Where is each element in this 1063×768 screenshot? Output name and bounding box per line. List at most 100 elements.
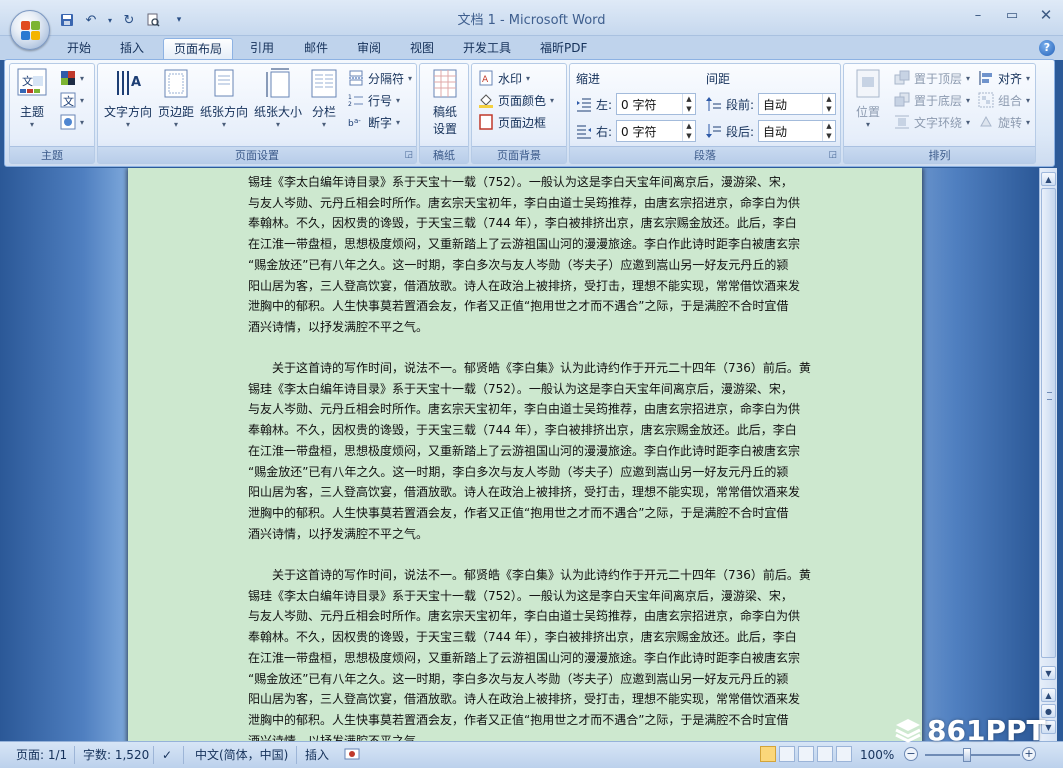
theme-effects-button[interactable]: ▾ xyxy=(60,112,84,132)
office-logo-icon xyxy=(21,21,41,41)
columns-button[interactable]: 分栏 ▾ xyxy=(306,68,342,129)
group-page-background: A 水印 ▾ 页面颜色 ▾ 页面边框 页面背景 xyxy=(471,63,567,164)
draft-view-icon[interactable] xyxy=(836,746,852,762)
svg-text:1: 1 xyxy=(348,94,352,101)
rotate-button[interactable]: 旋转 ▾ xyxy=(978,112,1030,132)
position-button[interactable]: 位置 ▾ xyxy=(848,68,888,129)
spin-down-icon[interactable]: ▼ xyxy=(683,104,695,114)
paragraph-launcher-icon[interactable]: ◲ xyxy=(828,150,837,160)
text-wrapping-button[interactable]: 文字环绕 ▾ xyxy=(894,112,970,132)
text-line: 关于这首诗的写作时间，说法不一。郁贤皓《李白集》认为此诗约作于开元二十四年（73… xyxy=(272,568,811,582)
help-icon[interactable]: ? xyxy=(1039,40,1055,56)
window-title: 文档 1 - Microsoft Word xyxy=(457,13,606,28)
orientation-button[interactable]: 纸张方向 ▾ xyxy=(198,68,250,129)
page-borders-icon xyxy=(478,114,494,130)
themes-button[interactable]: 文 主题 ▾ xyxy=(14,68,50,129)
tab-insert[interactable]: 插入 xyxy=(110,38,154,60)
tab-developer[interactable]: 开发工具 xyxy=(453,38,521,60)
paper-size-button[interactable]: 纸张大小 ▾ xyxy=(252,68,304,129)
vertical-scrollbar[interactable]: ▲ ▼ ▲ ● ▼ xyxy=(1039,168,1057,741)
text-line: 锡珪《李太白编年诗目录》系于天宝十一载（752）。一般认为这是李白天宝年间离京后… xyxy=(248,381,793,396)
tab-view[interactable]: 视图 xyxy=(400,38,444,60)
space-before-label: 段前: xyxy=(706,94,754,114)
group-manuscript: 稿纸 设置 稿纸 xyxy=(419,63,469,164)
print-layout-view-icon[interactable] xyxy=(760,746,776,762)
insert-mode[interactable]: 插入 xyxy=(305,747,329,763)
text-line: 与友人岑勋、元丹丘相会时所作。唐玄宗天宝初年，李白由道士吴筠推荐，由唐玄宗招进京… xyxy=(248,195,801,210)
text-line: 关于这首诗的写作时间，说法不一。郁贤皓《李白集》认为此诗约作于开元二十四年（73… xyxy=(272,361,811,375)
language-indicator[interactable]: 中文(简体，中国) xyxy=(195,747,288,763)
zoom-level[interactable]: 100% xyxy=(860,747,894,763)
maximize-icon[interactable]: ▭ xyxy=(995,4,1029,26)
group-arrange: 位置 ▾ 置于顶层 ▾ 置于底层 ▾ 文字环绕 ▾ 对齐 ▾ 组合 ▾ 旋转 ▾ 排列 xyxy=(843,63,1036,164)
tab-review[interactable]: 审阅 xyxy=(347,38,391,60)
word-count[interactable]: 字数: 1,520 xyxy=(83,747,149,763)
indent-left-input[interactable]: 0 字符 ▲ ▼ xyxy=(616,93,696,115)
page-borders-button[interactable]: 页面边框 xyxy=(478,112,546,132)
page-color-button[interactable]: 页面颜色 ▾ xyxy=(478,90,554,110)
manuscript-settings-button[interactable]: 稿纸 设置 xyxy=(424,68,466,137)
hyphenation-button[interactable]: b a- 断字 ▾ xyxy=(348,112,400,132)
theme-fonts-button[interactable]: 文 ▾ xyxy=(60,90,84,110)
align-icon xyxy=(978,70,994,86)
theme-colors-button[interactable]: ▾ xyxy=(60,68,84,88)
tab-page-layout[interactable]: 页面布局 xyxy=(163,38,234,60)
orientation-icon xyxy=(209,68,239,100)
scrollbar-thumb[interactable] xyxy=(1041,188,1056,658)
spin-up-icon[interactable]: ▲ xyxy=(683,94,695,104)
page-count[interactable]: 页面: 1/1 xyxy=(16,747,67,763)
outline-view-icon[interactable] xyxy=(817,746,833,762)
office-button[interactable] xyxy=(10,10,50,50)
breaks-button[interactable]: 分隔符 ▾ xyxy=(348,68,412,88)
align-button[interactable]: 对齐 ▾ xyxy=(978,68,1030,88)
page-setup-launcher-icon[interactable]: ◲ xyxy=(404,150,413,160)
group-label-arrange: 排列 xyxy=(844,146,1035,163)
tab-foxit-pdf[interactable]: 福昕PDF xyxy=(530,38,597,60)
watermark-button[interactable]: A 水印 ▾ xyxy=(478,68,530,88)
minimize-icon[interactable]: – xyxy=(961,4,995,26)
text-line: 酒兴诗情，以抒发满腔不平之气。 xyxy=(248,733,429,741)
zoom-in-icon[interactable]: + xyxy=(1022,747,1036,761)
scroll-up-icon[interactable]: ▲ xyxy=(1041,172,1056,186)
proofing-icon[interactable]: ✓ xyxy=(162,747,172,763)
space-before-input[interactable]: 自动 ▲ ▼ xyxy=(758,93,836,115)
text-line: 在江淮一带盘桓，思想极度烦闷，又重新踏上了云游祖国山河的漫漫旅途。李白作此诗时距… xyxy=(248,237,801,252)
margins-button[interactable]: 页边距 ▾ xyxy=(156,68,196,129)
svg-text:a-: a- xyxy=(354,117,361,125)
tab-home[interactable]: 开始 xyxy=(57,38,101,60)
text-line: 酒兴诗情，以抒发满腔不平之气。 xyxy=(248,319,429,334)
close-icon[interactable]: ✕ xyxy=(1029,4,1063,26)
indent-right-input[interactable]: 0 字符 ▲ ▼ xyxy=(616,120,696,142)
previous-page-icon[interactable]: ▲ xyxy=(1041,688,1056,702)
spin-down-icon[interactable]: ▼ xyxy=(683,131,695,141)
document-page[interactable]: 锡珪《李太白编年诗目录》系于天宝十一载（752）。一般认为这是李白天宝年间离京后… xyxy=(128,168,922,741)
page-color-icon xyxy=(478,92,494,108)
space-after-input[interactable]: 自动 ▲ ▼ xyxy=(758,120,836,142)
scroll-down-icon[interactable]: ▼ xyxy=(1041,666,1056,680)
svg-text:文: 文 xyxy=(63,94,74,108)
text-line: 在江淮一带盘桓，思想极度烦闷，又重新踏上了云游祖国山河的漫漫旅途。李白作此诗时距… xyxy=(248,650,801,665)
document-area: 锡珪《李太白编年诗目录》系于天宝十一载（752）。一般认为这是李白天宝年间离京后… xyxy=(0,168,1039,741)
bring-to-front-button[interactable]: 置于顶层 ▾ xyxy=(894,68,970,88)
zoom-slider-thumb[interactable] xyxy=(963,748,971,762)
tab-references[interactable]: 引用 xyxy=(240,38,284,60)
group-button[interactable]: 组合 ▾ xyxy=(978,90,1030,110)
group-label-paragraph: 段落 xyxy=(570,146,840,163)
text-direction-button[interactable]: A 文字方向 ▾ xyxy=(102,68,154,129)
svg-text:A: A xyxy=(131,75,141,90)
spin-up-icon[interactable]: ▲ xyxy=(823,121,835,131)
full-screen-reading-view-icon[interactable] xyxy=(779,746,795,762)
hyphenation-icon: b a- xyxy=(348,114,364,130)
spin-up-icon[interactable]: ▲ xyxy=(683,121,695,131)
spin-down-icon[interactable]: ▼ xyxy=(823,104,835,114)
paragraph-2: 关于这首诗的写作时间，说法不一。郁贤皓《李白集》认为此诗约作于开元二十四年（73… xyxy=(248,358,811,544)
spin-up-icon[interactable]: ▲ xyxy=(823,94,835,104)
zoom-out-icon[interactable]: − xyxy=(904,747,918,761)
spin-down-icon[interactable]: ▼ xyxy=(823,131,835,141)
tab-mailings[interactable]: 邮件 xyxy=(294,38,338,60)
web-layout-view-icon[interactable] xyxy=(798,746,814,762)
zoom-slider-track[interactable] xyxy=(925,754,1020,756)
send-to-back-button[interactable]: 置于底层 ▾ xyxy=(894,90,970,110)
line-numbers-button[interactable]: 1 2 行号 ▾ xyxy=(348,90,400,110)
macro-record-icon[interactable] xyxy=(344,747,360,763)
